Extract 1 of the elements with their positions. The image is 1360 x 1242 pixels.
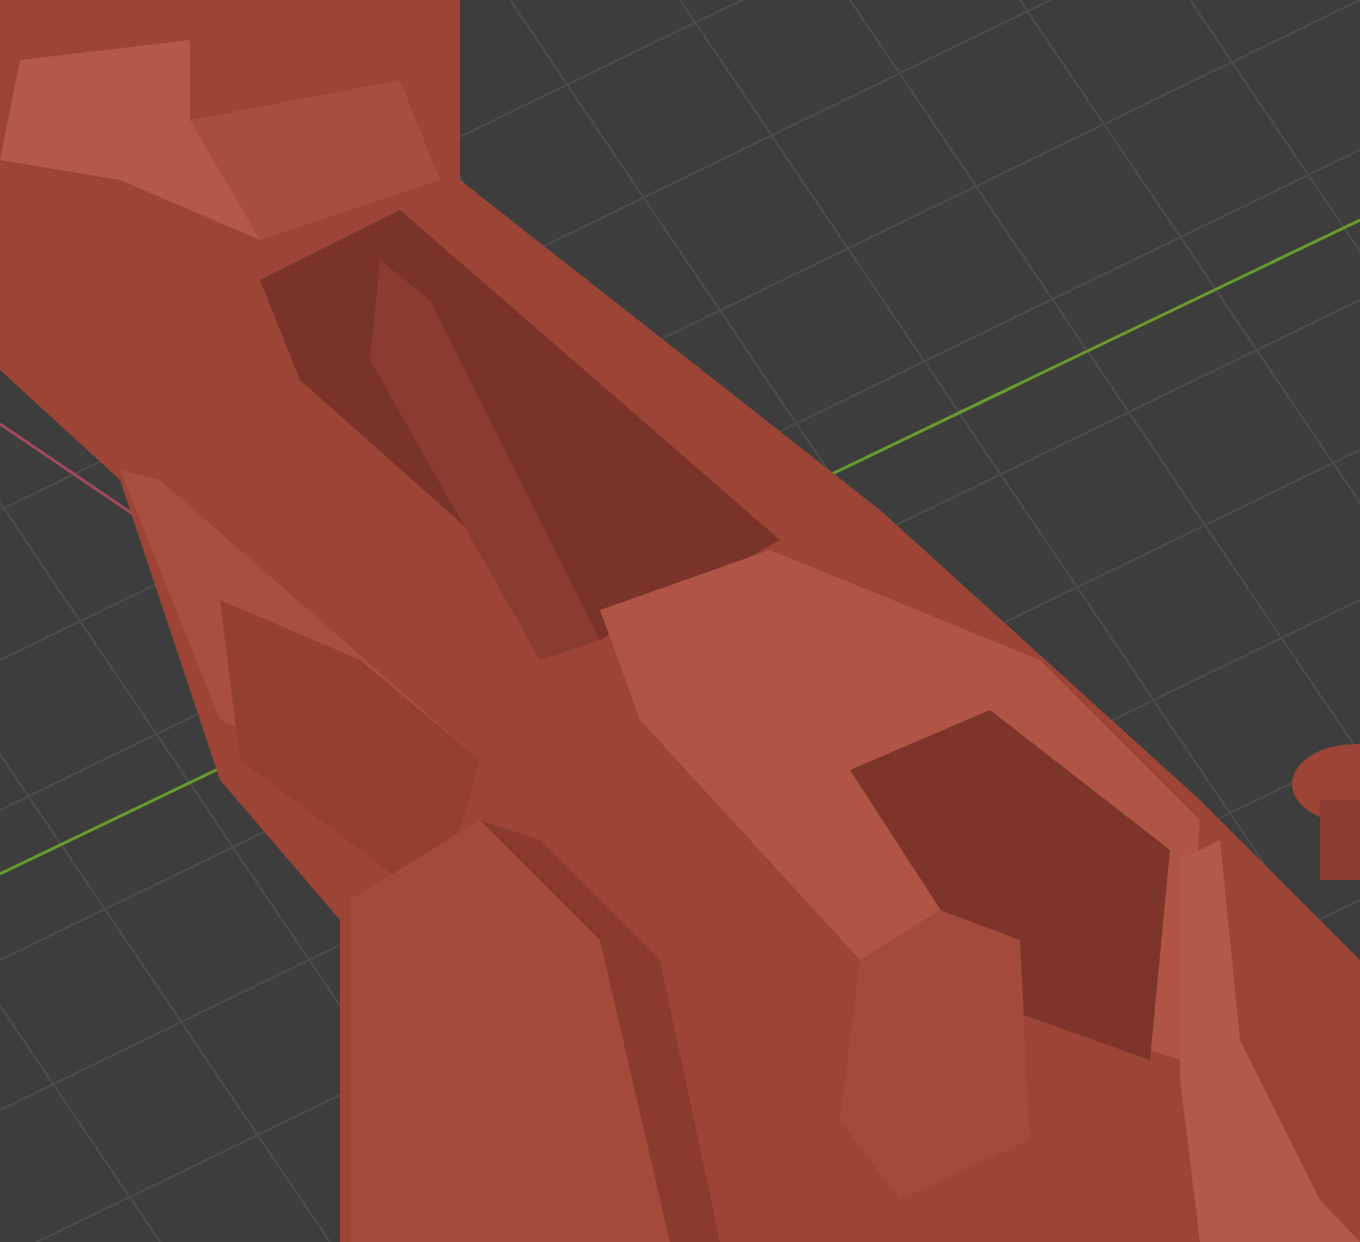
mesh-part-drawing: [1292, 744, 1360, 880]
